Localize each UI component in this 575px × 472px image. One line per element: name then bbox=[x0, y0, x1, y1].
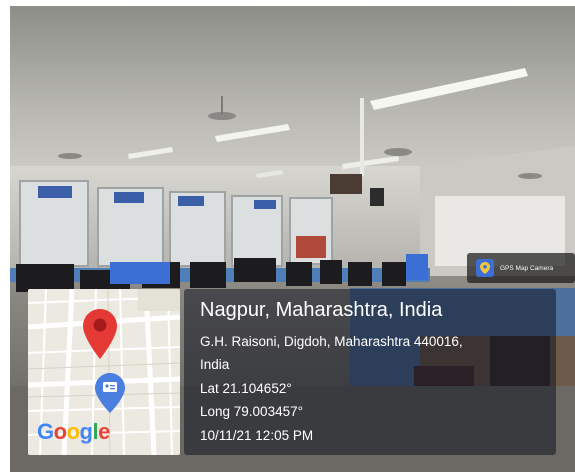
location-info-panel: Nagpur, Maharashtra, India G.H. Raisoni,… bbox=[184, 289, 556, 455]
map-thumbnail: Google bbox=[28, 289, 180, 455]
address-line-1: G.H. Raisoni, Digdoh, Maharashtra 440016… bbox=[200, 334, 463, 349]
google-logo: Google bbox=[37, 419, 110, 444]
gps-map-camera-label: GPS Map Camera bbox=[500, 264, 554, 272]
latitude-value: Lat 21.104652° bbox=[200, 381, 292, 396]
place-marker-icon bbox=[95, 373, 125, 413]
geotag-overlay: GPS Map Camera Google Nagpur, Maharashtr… bbox=[18, 253, 575, 464]
gps-map-camera-icon bbox=[476, 259, 494, 277]
longitude-value: Long 79.003457° bbox=[200, 404, 303, 419]
address-line-2: India bbox=[200, 357, 230, 372]
capture-datetime: 10/11/21 12:05 PM bbox=[200, 428, 314, 443]
map-pin-icon bbox=[83, 309, 117, 359]
photo-frame: GPS Map Camera Google Nagpur, Maharashtr… bbox=[0, 0, 575, 472]
gps-map-camera-badge: GPS Map Camera bbox=[467, 253, 575, 283]
location-title: Nagpur, Maharashtra, India bbox=[200, 299, 443, 321]
